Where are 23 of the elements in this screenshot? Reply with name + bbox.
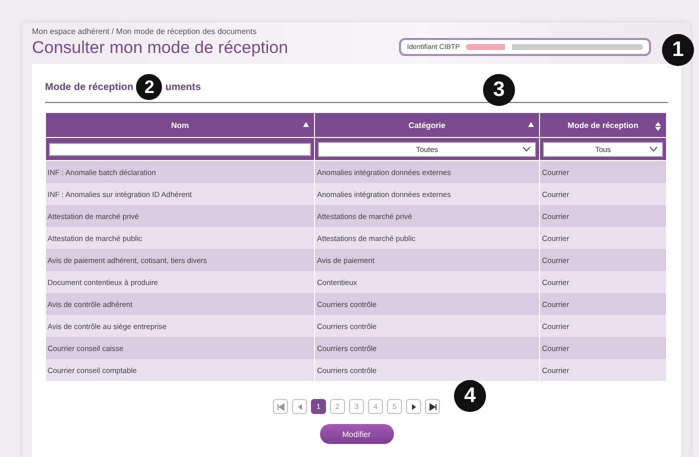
breadcrumb: Mon espace adhérent / Mon mode de réception des documents — [32, 27, 258, 36]
section-title: uments — [165, 82, 201, 92]
caret-icon — [649, 146, 658, 152]
column-header[interactable]: Nom — [46, 112, 314, 138]
last-page-button[interactable] — [425, 399, 440, 414]
last-page-icon — [428, 402, 436, 410]
filter-input[interactable] — [49, 142, 311, 156]
next-icon — [410, 402, 418, 410]
section-title: Mode de réception — [45, 82, 134, 92]
modify-button[interactable]: Modifier — [320, 424, 394, 444]
sort-icon — [655, 122, 661, 131]
previous-button[interactable] — [292, 399, 307, 414]
next-button[interactable] — [406, 399, 421, 414]
sort-ascending-icon — [528, 122, 534, 127]
first-page-button[interactable] — [273, 399, 288, 414]
column-header[interactable]: Catégorie — [314, 112, 540, 138]
caret-icon — [522, 146, 531, 152]
callout-marker: 2 — [136, 74, 162, 100]
first-page-icon — [276, 402, 284, 410]
previous-icon — [296, 402, 304, 410]
column-header[interactable]: Mode de réception — [540, 112, 666, 138]
sort-ascending-icon — [303, 122, 309, 127]
page-title: Consulter mon mode de réception — [32, 38, 288, 58]
